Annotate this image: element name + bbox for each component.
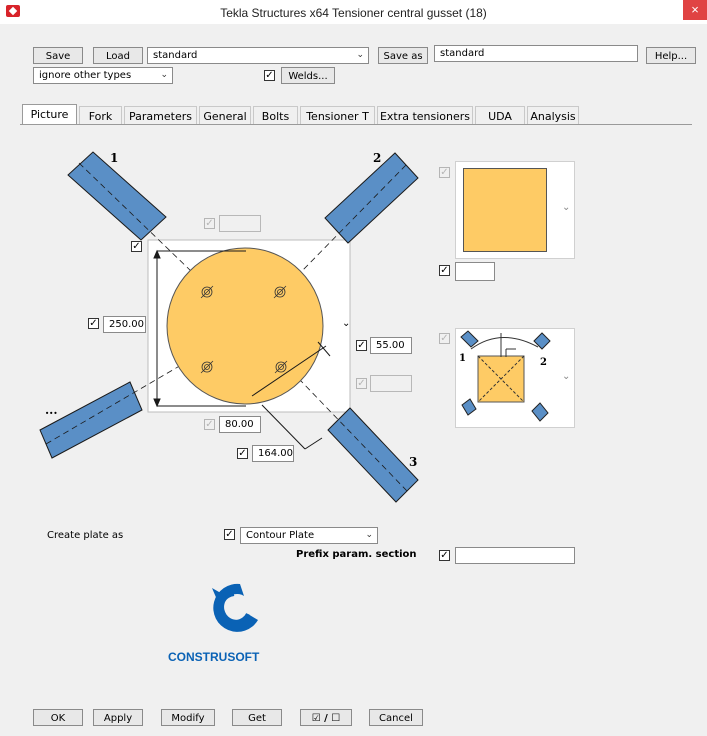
create-plate-label: Create plate as	[47, 530, 124, 541]
offset-checkbox[interactable]: ✓	[356, 340, 367, 351]
top-field-input	[219, 215, 261, 232]
gusset-drawing: 1 2 3 ...	[39, 151, 419, 503]
construsoft-logo-icon	[212, 583, 258, 632]
svg-text:2: 2	[540, 357, 547, 368]
cancel-button[interactable]: Cancel	[369, 709, 423, 726]
member-layout-picker[interactable]: 1 2 ⌄	[455, 328, 575, 428]
height-input[interactable]: 250.00	[103, 316, 146, 333]
toggle-all-button[interactable]: ☑ / ☐	[300, 709, 352, 726]
chevron-down-icon: ⌄	[342, 318, 351, 329]
right-lower-input	[370, 375, 412, 392]
member-label-3: 3	[409, 455, 417, 469]
diag-dim-checkbox[interactable]: ✓	[237, 448, 248, 459]
plate-shape-picker[interactable]: ⌄	[455, 161, 575, 259]
diag-dim-input[interactable]: 164.00	[252, 445, 294, 462]
member-layout-preview: 1 2	[459, 330, 551, 422]
circular-plate	[166, 247, 324, 405]
shape-picker-checkbox: ✓	[439, 167, 450, 178]
prefix-input[interactable]	[455, 547, 575, 564]
bottom-dim-input[interactable]: 80.00	[219, 416, 261, 433]
prefix-param-label: Prefix param. section	[296, 549, 417, 560]
right-lower-checkbox: ✓	[356, 378, 367, 389]
prefix-checkbox[interactable]: ✓	[439, 550, 450, 561]
member-more	[39, 381, 143, 459]
ok-button[interactable]: OK	[33, 709, 83, 726]
shape-field-input[interactable]	[455, 262, 495, 281]
svg-text:1: 1	[459, 353, 466, 364]
dialog-window: Tekla Structures x64 Tensioner central g…	[0, 0, 707, 736]
dimension-extension	[304, 437, 323, 450]
bottom-dim-checkbox: ✓	[204, 419, 215, 430]
chevron-down-icon: ⌄	[562, 371, 571, 382]
square-plate-preview	[463, 168, 547, 252]
height-checkbox[interactable]: ✓	[88, 318, 99, 329]
member-label-1: 1	[110, 151, 118, 165]
chevron-down-icon: ⌄	[562, 202, 571, 213]
member-1-checkbox[interactable]: ✓	[131, 241, 142, 252]
construsoft-logo-text: CONSTRUSOFT	[168, 650, 260, 664]
create-plate-dropdown[interactable]: Contour Plate ⌄	[240, 527, 378, 544]
modify-button[interactable]: Modify	[161, 709, 215, 726]
member-1	[67, 151, 167, 241]
create-plate-checkbox[interactable]: ✓	[224, 529, 235, 540]
chevron-down-icon: ⌄	[365, 530, 373, 540]
offset-input[interactable]: 55.00	[370, 337, 412, 354]
member-label-2: 2	[373, 151, 381, 165]
layout-picker-checkbox: ✓	[439, 333, 450, 344]
apply-button[interactable]: Apply	[93, 709, 143, 726]
create-plate-value: Contour Plate	[246, 530, 315, 541]
member-label-more: ...	[45, 403, 58, 417]
top-field-checkbox: ✓	[204, 218, 215, 229]
get-button[interactable]: Get	[232, 709, 282, 726]
shape-field-checkbox[interactable]: ✓	[439, 265, 450, 276]
